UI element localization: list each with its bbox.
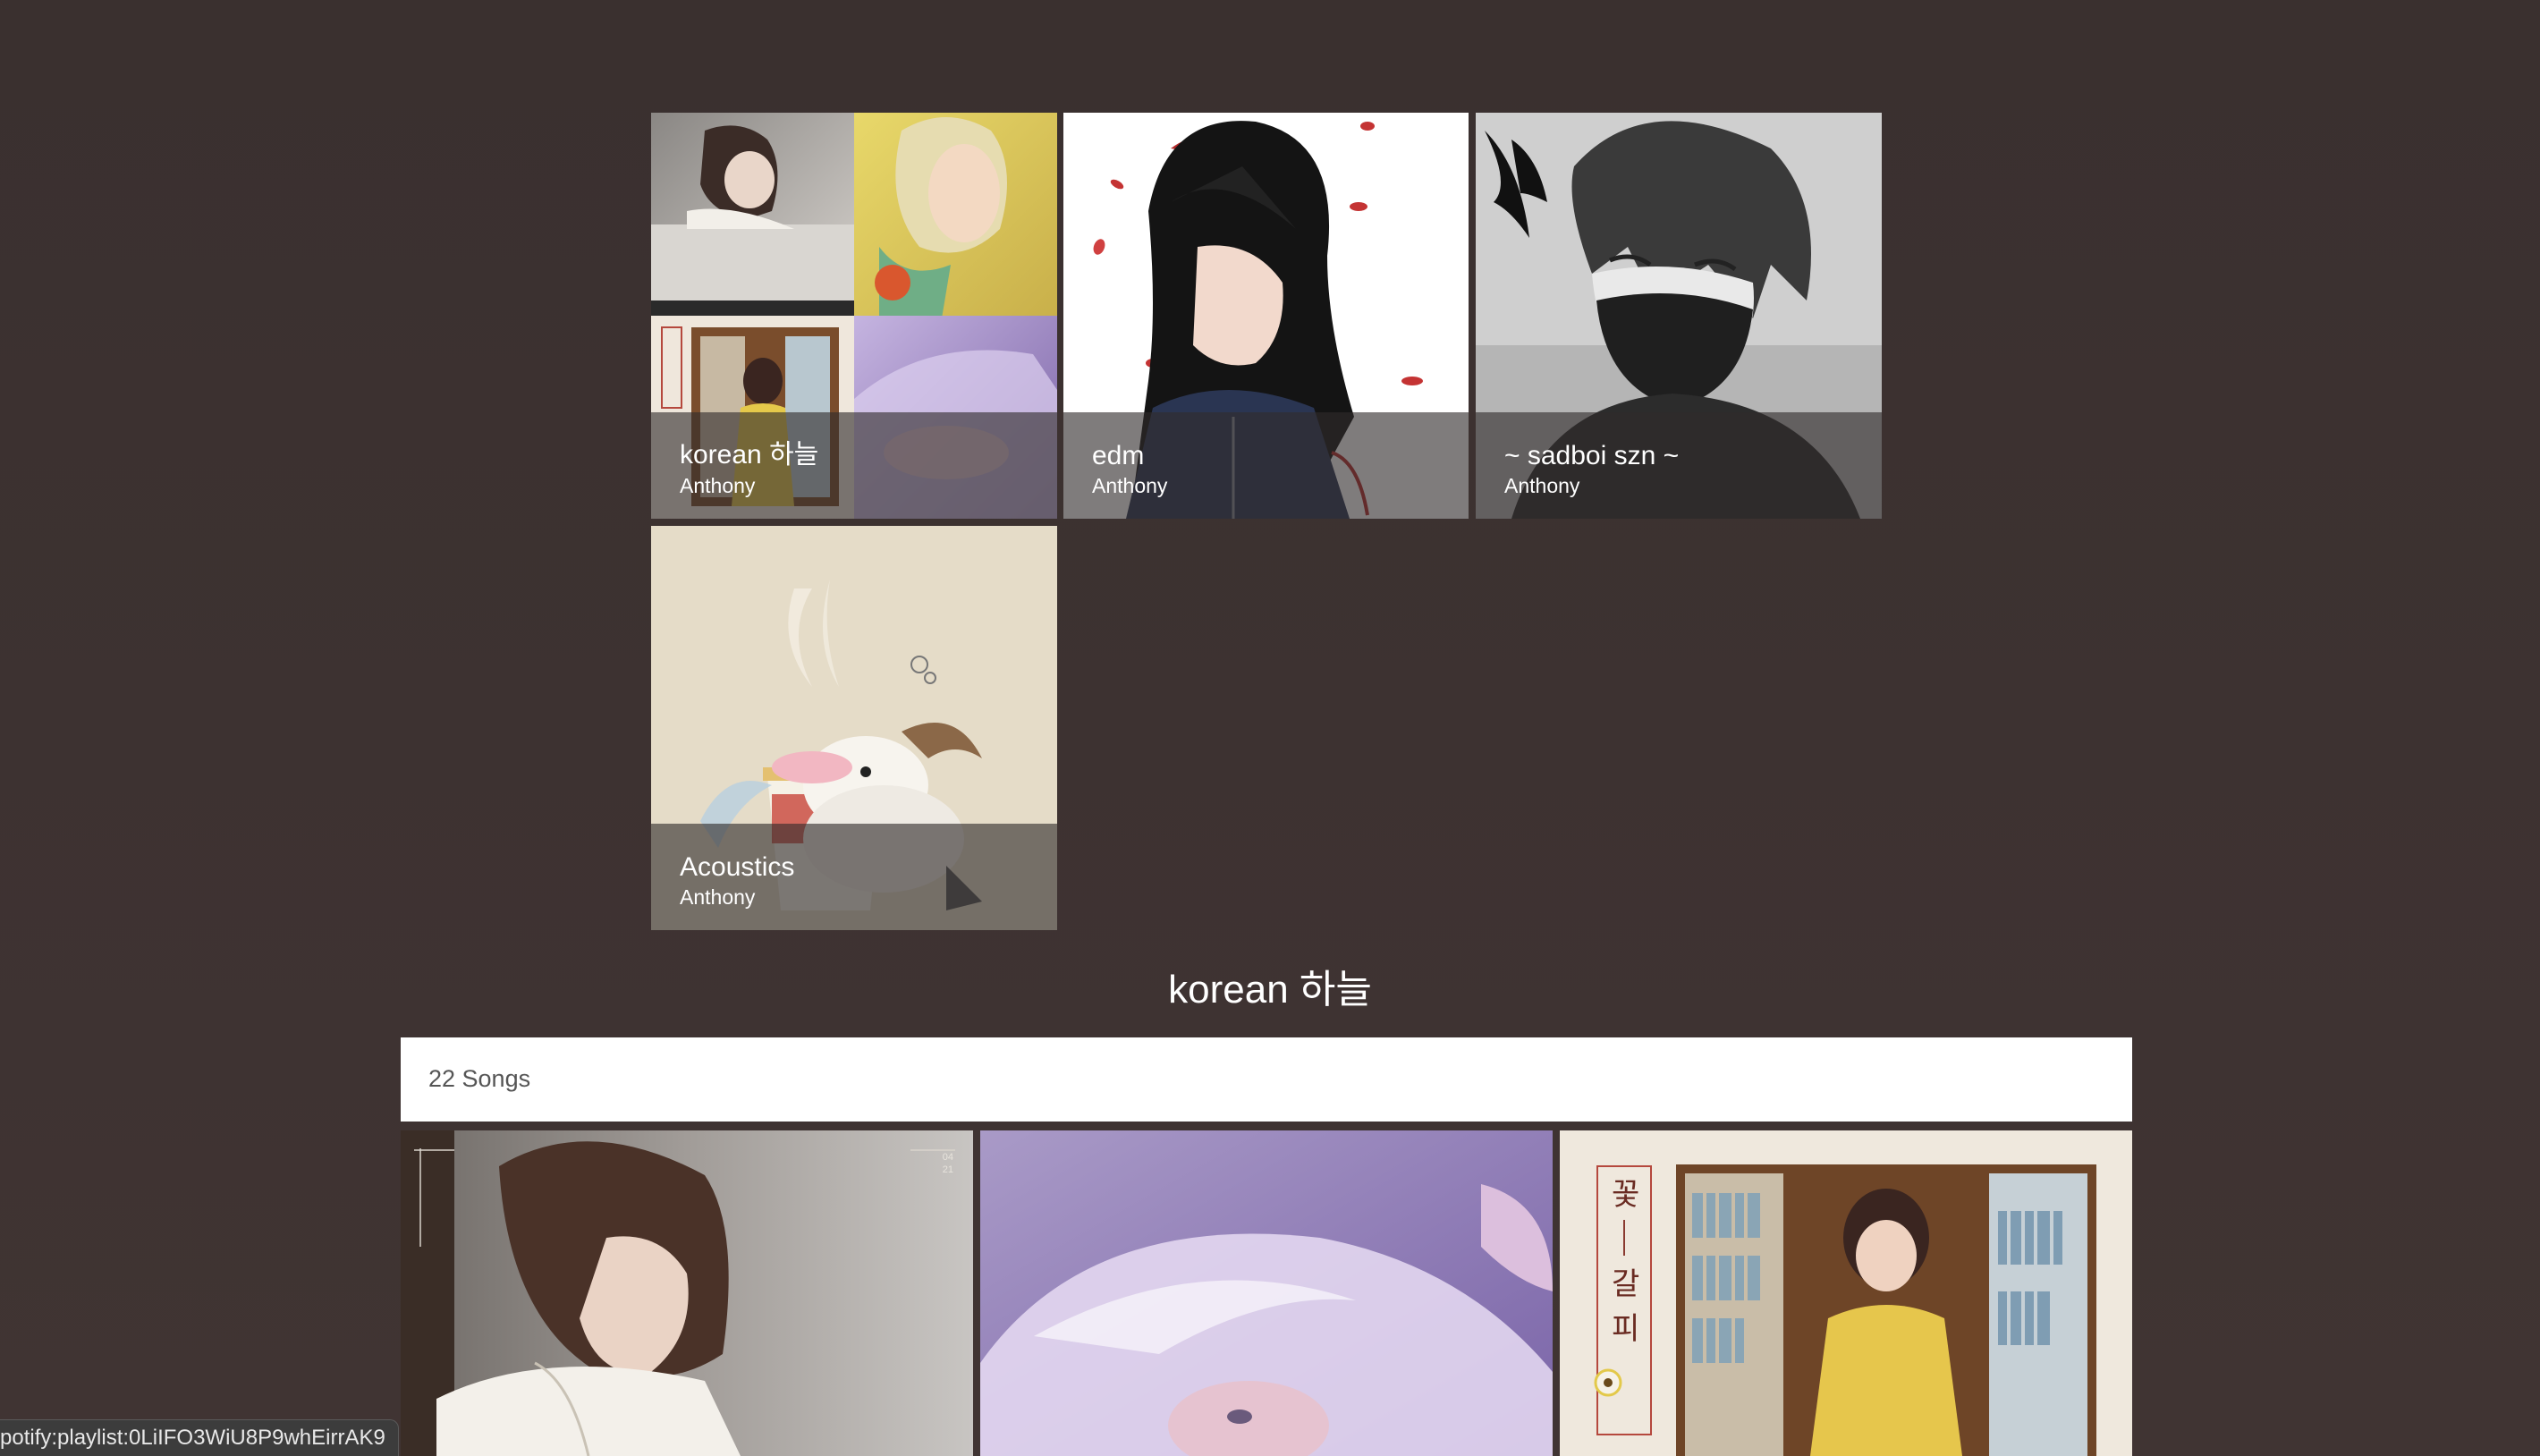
playlist-owner: Anthony xyxy=(680,885,756,909)
selected-playlist-title: korean 하늘 xyxy=(1168,968,1372,1012)
playlist-title: Acoustics xyxy=(680,852,795,882)
song-card[interactable]: 04 21 xyxy=(401,1130,973,1456)
song-cover-bookstore xyxy=(1560,1130,2132,1456)
song-cover-purple xyxy=(980,1130,1553,1456)
playlist-tile-acoustics[interactable]: Acoustics Anthony xyxy=(651,526,1057,930)
song-count: 22 Songs xyxy=(428,1065,531,1092)
songs-count-bar: 22 Songs xyxy=(401,1037,2132,1122)
playlist-tile-sadboi[interactable]: ~ sadboi szn ~ Anthony xyxy=(1476,113,1882,519)
playlist-title: korean 하늘 xyxy=(680,440,819,470)
playlist-browser: korean 하늘 Anthony edm Anthony ~ sadboi s… xyxy=(0,0,2540,1456)
song-cover-woman xyxy=(401,1130,973,1456)
date-top: 04 xyxy=(942,1152,953,1163)
playlist-owner: Anthony xyxy=(680,474,756,497)
song-card[interactable] xyxy=(980,1130,1553,1456)
playlist-title: ~ sadboi szn ~ xyxy=(1504,441,1680,470)
playlist-tile-korean[interactable]: korean 하늘 Anthony xyxy=(651,113,1057,519)
hangul-char: 꽃 xyxy=(1612,1177,1640,1213)
song-card[interactable]: 꽃 갈 피 xyxy=(1560,1130,2132,1456)
playlist-owner: Anthony xyxy=(1092,474,1168,497)
date-bottom: 21 xyxy=(942,1164,953,1175)
hangul-char: 피 xyxy=(1612,1311,1640,1347)
playlist-title: edm xyxy=(1092,441,1145,470)
playlist-tile-edm[interactable]: edm Anthony xyxy=(1063,113,1469,519)
hangul-char: 갈 xyxy=(1612,1266,1640,1302)
status-bar-url: potify:playlist:0LiIFO3WiU8P9whEirrAK9 xyxy=(0,1419,399,1456)
playlist-owner: Anthony xyxy=(1504,474,1580,497)
